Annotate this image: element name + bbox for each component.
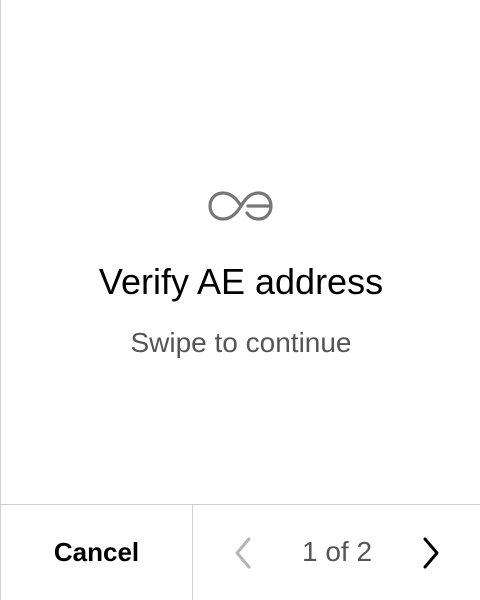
chevron-right-icon[interactable] bbox=[417, 534, 445, 572]
page-subtitle: Swipe to continue bbox=[130, 327, 352, 358]
screen-frame: Verify AE address Swipe to continue Canc… bbox=[0, 0, 480, 600]
page-indicator: 1 of 2 bbox=[301, 536, 373, 567]
pager-navigation: 1 of 2 bbox=[193, 505, 480, 600]
cancel-button[interactable]: Cancel bbox=[1, 505, 193, 600]
footer-bar: Cancel 1 of 2 bbox=[1, 504, 480, 600]
verify-content: Verify AE address Swipe to continue bbox=[1, 0, 480, 504]
chevron-left-icon[interactable] bbox=[229, 534, 257, 572]
page-title: Verify AE address bbox=[98, 261, 384, 302]
aeternity-logo-icon bbox=[207, 190, 275, 222]
